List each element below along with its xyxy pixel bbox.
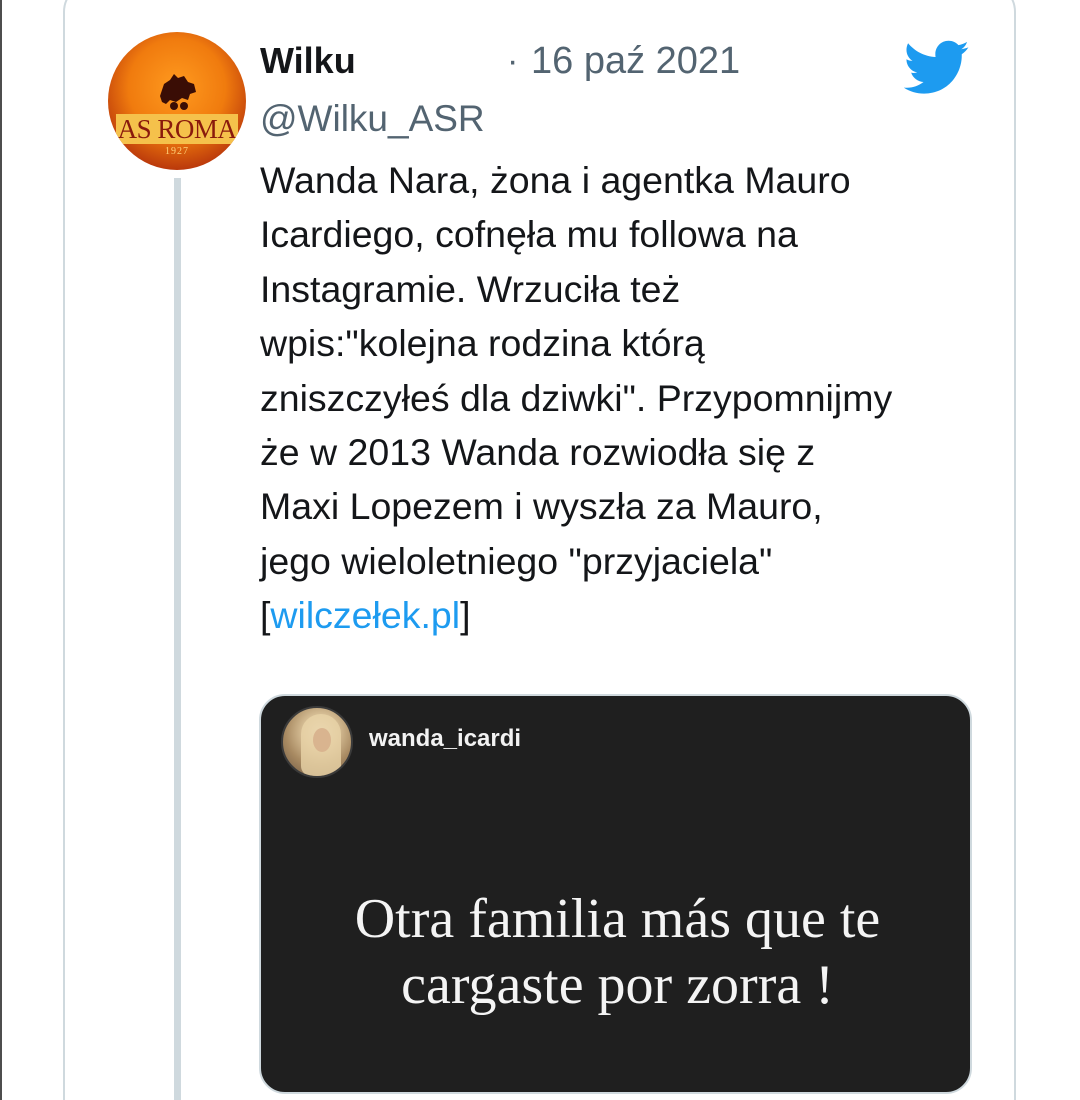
tweet-text: Wanda Nara, żona i agentka Mauro Icardie… [260,153,990,643]
she-wolf-icon [160,74,196,110]
tweet-date[interactable]: 16 paź 2021 [531,38,740,84]
twitter-bird-icon[interactable] [904,40,970,96]
tweet-text-line: Instagramie. Wrzuciła też [260,267,681,310]
author-avatar[interactable]: AS ROMA 1927 [108,32,246,170]
story-text-line: cargaste por zorra ! [401,954,834,1016]
tweet-text-line: wpis:"kolejna rodzina którą [260,322,705,365]
avatar-year: 1927 [165,146,189,157]
tweet-text-line: Wanda Nara, żona i agentka Mauro [260,159,851,201]
thread-connector-line [174,178,181,1100]
tweet-text-line: zniszczyłeś dla dziwki". Przypomnijmy [260,376,893,419]
tweet-text-line: Icardiego, cofnęła mu followa na [260,213,798,256]
author-handle[interactable]: @Wilku_ASR [260,96,485,142]
link-bracket-close: ] [460,594,471,637]
instagram-avatar [281,706,353,778]
tweet-text-line: Maxi Lopezem i wyszła za Mauro, [260,485,823,528]
avatar-club-text: AS ROMA [115,114,239,144]
instagram-username: wanda_icardi [369,725,522,752]
date-separator: · [507,42,519,80]
author-name[interactable]: Wilku [260,38,356,84]
story-text: Otra familia más que te cargaste por zor… [261,886,970,1018]
tweet-link[interactable]: wilczełek.pl [270,594,460,636]
screen-edge-divider [0,0,2,1100]
tweet-text-line: jego wieloletniego "przyjaciela" [260,539,773,582]
story-text-line: Otra familia más que te [354,888,881,950]
tweet-text-line: że w 2013 Wanda rozwiodła się z [260,431,816,474]
tweet-link-line: [wilczełek.pl] [260,588,990,642]
embedded-image[interactable]: wanda_icardi Otra familia más que te car… [259,694,972,1094]
avatar-face-shape [313,728,331,752]
link-bracket-open: [ [260,594,271,637]
